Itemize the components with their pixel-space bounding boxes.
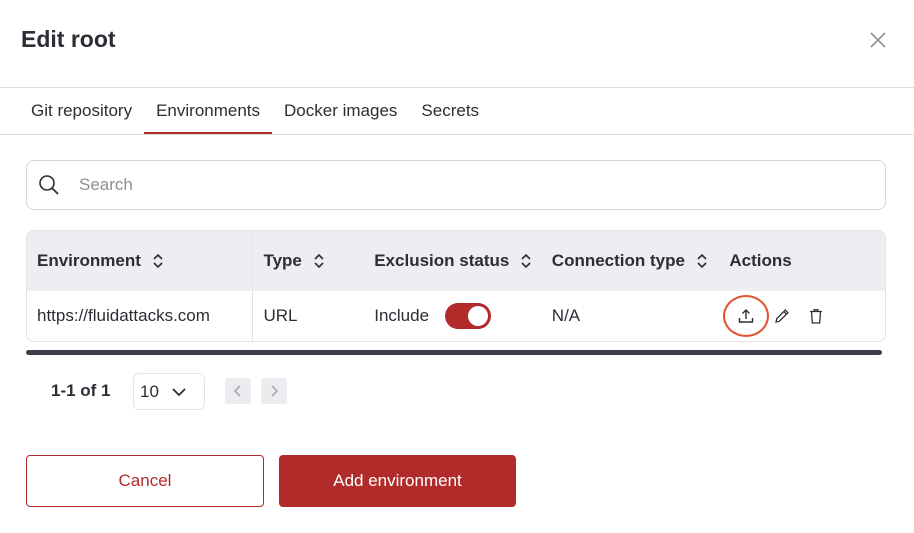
environments-table: Environment Type Exclusion status Connec… [26, 230, 886, 342]
page-size-select[interactable]: 10 [133, 373, 205, 410]
page-size-value: 10 [140, 381, 159, 401]
sort-icon[interactable] [697, 253, 707, 269]
column-label: Actions [729, 251, 792, 270]
exclusion-status-cell: Include [364, 291, 542, 341]
exclusion-status-label: Include [374, 306, 430, 325]
environment-cell: https://fluidattacks.com [27, 291, 254, 341]
pagination-info: 1-1 of 1 [51, 381, 111, 400]
close-icon[interactable] [868, 30, 888, 50]
column-label: Environment [37, 251, 141, 270]
tab-bar: Git repository Environments Docker image… [19, 88, 491, 135]
column-header-actions: Actions [719, 231, 885, 291]
connection-type-cell: N/A [551, 306, 581, 325]
tab-environments[interactable]: Environments [144, 88, 272, 135]
table-row: https://fluidattacks.com URL Include N/A [27, 291, 885, 341]
tab-secrets[interactable]: Secrets [409, 88, 491, 134]
actions-cell [719, 291, 885, 341]
tabs-divider [0, 134, 914, 135]
column-header-exclusion-status[interactable]: Exclusion status [364, 231, 542, 291]
column-header-connection-type[interactable]: Connection type [542, 231, 720, 291]
sort-icon[interactable] [153, 253, 163, 269]
trash-icon [810, 309, 823, 324]
delete-button[interactable] [805, 305, 827, 327]
type-cell: URL [263, 306, 298, 325]
column-header-environment[interactable]: Environment [27, 231, 254, 291]
sort-icon[interactable] [521, 253, 531, 269]
table-header: Environment Type Exclusion status Connec… [27, 231, 885, 291]
search-input[interactable] [79, 175, 839, 195]
edit-button[interactable] [771, 305, 793, 327]
previous-page-button[interactable] [225, 378, 251, 404]
column-header-type[interactable]: Type [253, 231, 364, 291]
column-label: Connection type [551, 251, 685, 270]
sort-icon[interactable] [314, 253, 324, 269]
dialog-title: Edit root [21, 26, 116, 52]
column-label: Exclusion status [374, 251, 510, 270]
cancel-button[interactable]: Cancel [26, 455, 264, 507]
column-label: Type [263, 251, 302, 270]
upload-icon [739, 309, 754, 323]
chevron-down-icon [172, 387, 186, 396]
search-icon [39, 175, 59, 195]
tab-git-repository[interactable]: Git repository [19, 88, 144, 134]
pencil-icon [775, 309, 790, 323]
horizontal-scrollbar[interactable] [26, 350, 882, 355]
tab-docker-images[interactable]: Docker images [272, 88, 409, 134]
search-box [26, 160, 886, 210]
chevron-left-icon [233, 385, 241, 397]
exclusion-toggle[interactable] [445, 303, 492, 329]
upload-button[interactable] [723, 295, 770, 337]
next-page-button[interactable] [261, 378, 287, 404]
chevron-right-icon [271, 385, 279, 397]
add-environment-button[interactable]: Add environment [279, 455, 516, 507]
